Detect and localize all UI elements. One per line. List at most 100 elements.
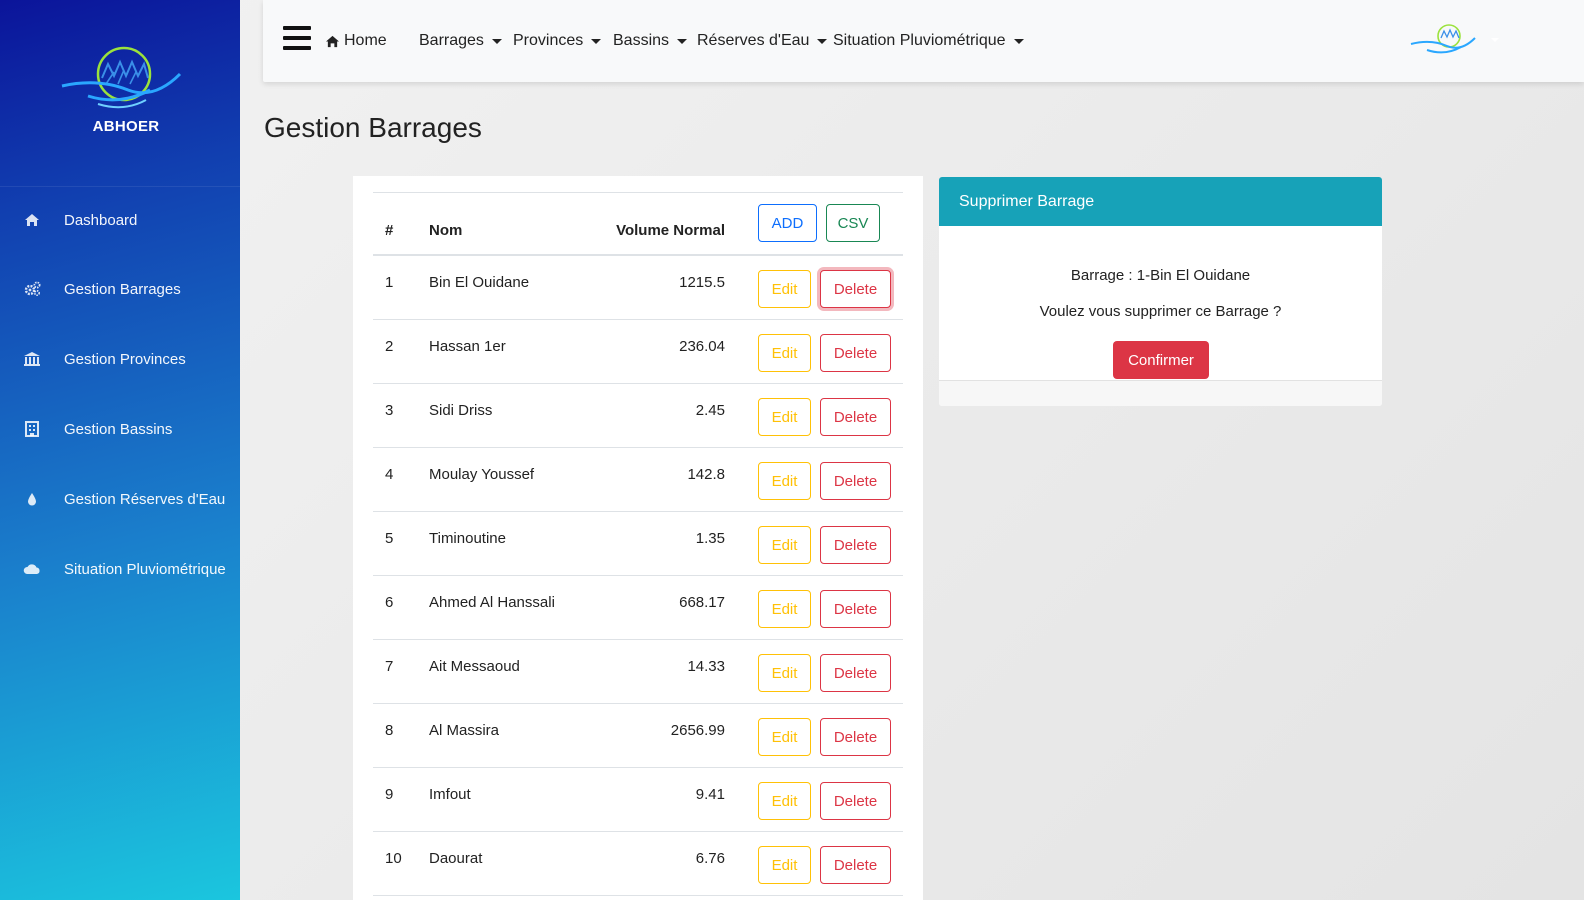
row-name: Timinoutine bbox=[429, 530, 506, 547]
nav-menu-label: Réserves d'Eau bbox=[697, 32, 810, 49]
barrage-info-text: Barrage : 1-Bin El Ouidane bbox=[1070, 267, 1251, 284]
delete-button[interactable]: Delete bbox=[820, 526, 891, 564]
sidebar-item-label: Situation Pluviométrique bbox=[64, 560, 226, 578]
row-index: 10 bbox=[385, 850, 402, 867]
confirm-button[interactable]: Confirmer bbox=[1113, 341, 1209, 379]
row-name: Ahmed Al Hanssali bbox=[429, 594, 555, 611]
edit-button[interactable]: Edit bbox=[758, 526, 811, 564]
table-row: 1 Bin El Ouidane 1215.5 Edit Delete bbox=[373, 256, 903, 320]
brand-name: ABHOER bbox=[92, 118, 160, 135]
caret-down-icon bbox=[1491, 38, 1499, 42]
hamburger-menu-icon[interactable] bbox=[283, 26, 311, 52]
delete-button[interactable]: Delete bbox=[820, 718, 891, 756]
top-navbar: Home Barrages Provinces Bassins Réserves… bbox=[263, 0, 1584, 82]
sidebar-item-label: Gestion Bassins bbox=[64, 420, 173, 438]
sidebar-brand[interactable]: ABHOER bbox=[0, 0, 240, 187]
sidebar-item-gestion-provinces[interactable]: Gestion Provinces bbox=[0, 337, 240, 381]
row-name: Al Massira bbox=[429, 722, 500, 739]
row-index: 9 bbox=[385, 786, 394, 803]
caret-down-icon bbox=[591, 38, 602, 44]
table-row: 5 Timinoutine 1.35 Edit Delete bbox=[373, 512, 903, 576]
delete-button[interactable]: Delete bbox=[820, 334, 891, 372]
cogs-icon bbox=[22, 279, 42, 299]
page-title: Gestion Barrages bbox=[264, 112, 482, 143]
nav-menu-barrages[interactable]: Barrages bbox=[419, 30, 502, 52]
edit-button[interactable]: Edit bbox=[758, 654, 811, 692]
bank-icon bbox=[22, 349, 42, 369]
sidebar-item-label: Gestion Barrages bbox=[64, 280, 181, 298]
user-logo-dropdown[interactable] bbox=[1409, 22, 1485, 62]
row-volume: 14.33 bbox=[687, 658, 725, 675]
row-volume: 2.45 bbox=[695, 402, 725, 419]
edit-button[interactable]: Edit bbox=[758, 846, 811, 884]
row-index: 3 bbox=[385, 402, 394, 419]
delete-button[interactable]: Delete bbox=[820, 846, 891, 884]
table-row: 10 Daourat 6.76 Edit Delete bbox=[373, 832, 903, 896]
table-row: 4 Moulay Youssef 142.8 Edit Delete bbox=[373, 448, 903, 512]
row-volume: 668.17 bbox=[679, 594, 725, 611]
column-header-volume: Volume Normal bbox=[616, 222, 725, 239]
row-index: 1 bbox=[385, 274, 394, 291]
row-volume: 1.35 bbox=[695, 530, 725, 547]
delete-button[interactable]: Delete bbox=[820, 590, 891, 628]
table-divider bbox=[373, 192, 903, 193]
caret-down-icon bbox=[677, 38, 688, 44]
edit-button[interactable]: Edit bbox=[758, 782, 811, 820]
sidebar-item-label: Gestion Réserves d'Eau bbox=[64, 490, 226, 508]
table-row: 7 Ait Messaoud 14.33 Edit Delete bbox=[373, 640, 903, 704]
row-index: 4 bbox=[385, 466, 394, 483]
nav-menu-situation[interactable]: Situation Pluviométrique bbox=[833, 30, 1024, 52]
panel-header: Supprimer Barrage bbox=[939, 177, 1382, 226]
sidebar-item-dashboard[interactable]: Dashboard bbox=[0, 198, 240, 242]
add-button[interactable]: ADD bbox=[758, 204, 817, 242]
sidebar-item-label: Dashboard bbox=[64, 211, 138, 229]
row-index: 6 bbox=[385, 594, 394, 611]
table-row: 6 Ahmed Al Hanssali 668.17 Edit Delete bbox=[373, 576, 903, 640]
sidebar-item-label: Gestion Provinces bbox=[64, 350, 186, 368]
barrages-table-card: # Nom Volume Normal ADD CSV 1 Bin El Ouid… bbox=[353, 176, 923, 900]
nav-menu-bassins[interactable]: Bassins bbox=[613, 30, 688, 52]
row-name: Imfout bbox=[429, 786, 471, 803]
home-icon bbox=[22, 210, 42, 230]
row-name: Daourat bbox=[429, 850, 483, 867]
row-index: 2 bbox=[385, 338, 394, 355]
caret-down-icon bbox=[817, 38, 828, 44]
row-volume: 9.41 bbox=[695, 786, 725, 803]
nav-menu-provinces[interactable]: Provinces bbox=[513, 30, 602, 52]
delete-button[interactable]: Delete bbox=[820, 462, 891, 500]
abhoer-logo bbox=[61, 46, 182, 109]
table-row: 3 Sidi Driss 2.45 Edit Delete bbox=[373, 384, 903, 448]
edit-button[interactable]: Edit bbox=[758, 718, 811, 756]
nav-menu-label: Bassins bbox=[613, 32, 670, 49]
nav-home-link[interactable]: Home bbox=[325, 30, 387, 52]
nav-menu-label: Barrages bbox=[419, 32, 484, 49]
sidebar-item-situation-pluviometrique[interactable]: Situation Pluviométrique bbox=[0, 547, 240, 591]
nav-menu-reserves[interactable]: Réserves d'Eau bbox=[697, 30, 828, 52]
table-row: 9 Imfout 9.41 Edit Delete bbox=[373, 768, 903, 832]
edit-button[interactable]: Edit bbox=[758, 462, 811, 500]
row-name: Hassan 1er bbox=[429, 338, 506, 355]
csv-button[interactable]: CSV bbox=[826, 204, 880, 242]
row-volume: 2656.99 bbox=[670, 722, 725, 739]
sidebar-item-gestion-reserves[interactable]: Gestion Réserves d'Eau bbox=[0, 477, 240, 521]
delete-barrage-panel: Supprimer Barrage Barrage : 1-Bin El Oui… bbox=[939, 177, 1382, 406]
row-volume: 236.04 bbox=[679, 338, 725, 355]
delete-button[interactable]: Delete bbox=[820, 654, 891, 692]
edit-button[interactable]: Edit bbox=[758, 270, 811, 308]
delete-button[interactable]: Delete bbox=[820, 398, 891, 436]
building-icon bbox=[22, 419, 42, 439]
sidebar-item-gestion-bassins[interactable]: Gestion Bassins bbox=[0, 407, 240, 451]
sidebar-item-gestion-barrages[interactable]: Gestion Barrages bbox=[0, 267, 240, 311]
row-volume: 1215.5 bbox=[679, 274, 725, 291]
table-row: 8 Al Massira 2656.99 Edit Delete bbox=[373, 704, 903, 768]
delete-button[interactable]: Delete bbox=[820, 270, 891, 308]
edit-button[interactable]: Edit bbox=[758, 398, 811, 436]
edit-button[interactable]: Edit bbox=[758, 334, 811, 372]
delete-button[interactable]: Delete bbox=[820, 782, 891, 820]
nav-menu-label: Provinces bbox=[513, 32, 584, 49]
table-row: 2 Hassan 1er 236.04 Edit Delete bbox=[373, 320, 903, 384]
caret-down-icon bbox=[1013, 38, 1024, 44]
row-name: Ait Messaoud bbox=[429, 658, 520, 675]
row-index: 7 bbox=[385, 658, 394, 675]
edit-button[interactable]: Edit bbox=[758, 590, 811, 628]
